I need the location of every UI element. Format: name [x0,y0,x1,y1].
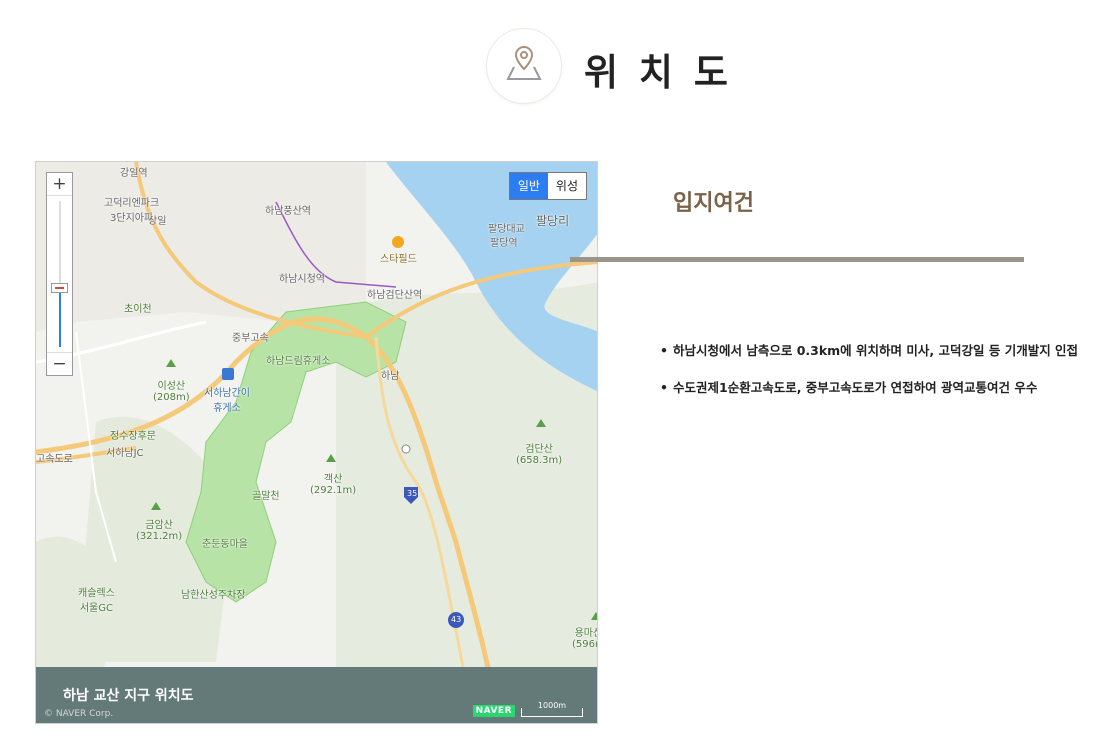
map-label-hanamsichung: 하남시청역 [279,274,325,285]
location-map[interactable]: 강일역 고덕리엔파크 3단지아파 상일 하남풍산역 하남시청역 스타필드 하남검… [35,161,598,724]
section-divider [570,257,1024,262]
map-label-choicheon: 초이천 [124,304,152,315]
zoom-in-button[interactable]: + [47,173,72,196]
zoom-slider-handle[interactable] [51,283,68,293]
map-label-geomdansan: 검단산 (658.3m) [516,444,563,466]
map-type-satellite-button[interactable]: 위성 [548,173,586,199]
bullet-item: 하남시청에서 남측으로 0.3km에 위치하며 미사, 고덕강일 등 기개발지 … [660,340,1080,361]
map-label-golmalcheon: 골말천 [252,491,280,502]
map-label-sangil: 상일 [148,216,167,227]
route-43-shield: 43 [451,615,462,624]
route-35-shield: 35 [407,489,418,498]
map-label-paldangdaegyo: 팔당대교 [488,224,525,235]
map-label-gaeksan: 객산 (292.1m) [310,474,357,496]
map-footer: 하남 교산 지구 위치도 © NAVER Corp. NAVER 1000m [36,667,597,723]
bullet-list: 하남시청에서 남측으로 0.3km에 위치하며 미사, 고덕강일 등 기개발지 … [660,340,1080,414]
map-label-starfield: 스타필드 [380,254,417,265]
map-label-paldangri: 팔당리 [536,214,570,228]
map-label-paldangyeok: 팔당역 [490,238,518,249]
zoom-level-fill [59,291,61,347]
map-scale-label: 1000m [537,701,567,710]
map-label-hanamgeomdansan: 하남검단산역 [367,290,423,301]
map-label-hanampungsan: 하남풍산역 [265,206,311,217]
map-label-iseongsan: 이성산 (208m) [153,381,190,403]
map-label-seohanam-rest: 서하남간이 휴게소 [204,388,250,414]
section-title: 입지여건 [673,191,754,216]
map-type-toggle[interactable]: 일반 위성 [508,172,587,200]
map-label-chundong: 춘둔동마을 [202,539,248,550]
map-label-hanamdream: 하남드림휴게소 [266,356,331,367]
map-label-geumamsan: 금암산 (321.2m) [136,520,183,542]
map-label-gangil: 강일역 [120,168,148,179]
map-type-normal-button[interactable]: 일반 [509,173,548,199]
map-label-jeongsu: 정수장후문 [110,431,156,442]
zoom-out-button[interactable]: − [47,352,72,375]
map-label-namhansanseong: 남한산성주차장 [181,590,246,601]
page-title: 위 치 도 [584,51,732,94]
bullet-item: 수도권제1순환고속도로, 중부고속도로가 연접하여 광역교통여건 우수 [660,377,1080,398]
map-label-jungbu: 중부고속 [232,333,269,344]
map-label-hanam-ic: 하남 [381,371,400,382]
location-pin-icon [486,28,562,104]
map-label-yongmasan: 용마산 (596m [572,628,597,650]
map-caption: 하남 교산 지구 위치도 [63,688,194,704]
naver-logo[interactable]: NAVER [472,705,515,717]
map-copyright: © NAVER Corp. [44,709,114,719]
map-label-cameldex: 캐슬렉스 서울GC [78,588,115,614]
map-label-gosok: 고속도로 [36,454,73,465]
map-label-seohanam-jc: 서하남JC [106,448,144,459]
map-scale-bar: 1000m [521,702,583,717]
zoom-control[interactable]: + − [46,172,73,376]
